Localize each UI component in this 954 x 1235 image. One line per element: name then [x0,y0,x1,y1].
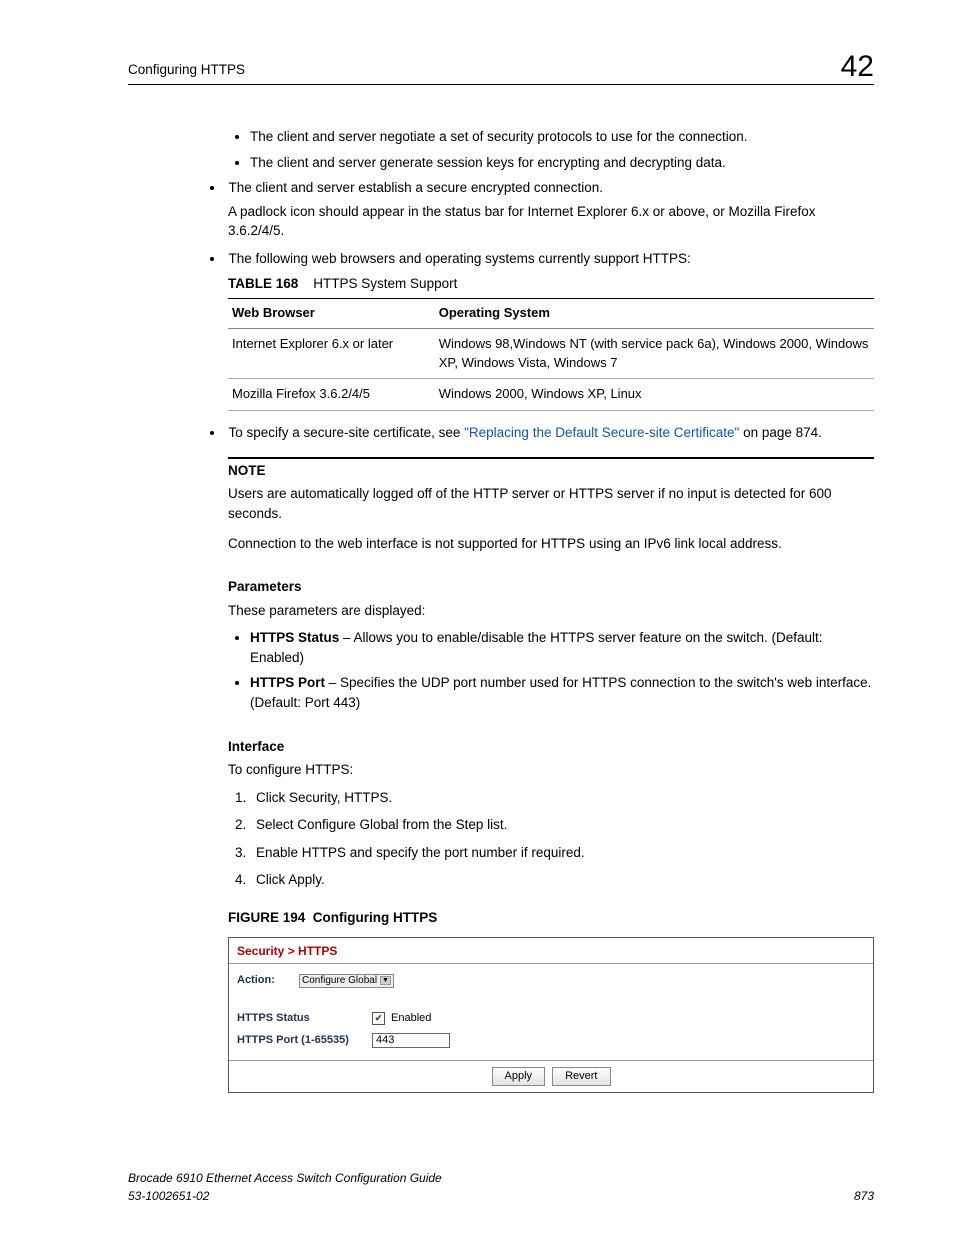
figure-caption: FIGURE 194 Configuring HTTPS [228,908,874,928]
list-item: The client and server negotiate a set of… [250,127,874,147]
table-cell: Windows 98,Windows NT (with service pack… [435,328,874,379]
note-label: NOTE [228,461,874,481]
text: The following web browsers and operating… [229,251,691,266]
note-paragraph: Connection to the web interface is not s… [228,534,874,554]
chevron-down-icon: ▼ [380,976,391,985]
page-footer: Brocade 6910 Ethernet Access Switch Conf… [128,1170,874,1205]
table-header: Web Browser [228,298,435,328]
param-label: HTTPS Status [250,630,339,645]
breadcrumb: Security > HTTPS [229,938,873,962]
table-cell: Mozilla Firefox 3.6.2/4/5 [228,379,435,411]
table-title: HTTPS System Support [313,276,457,291]
cross-ref-link[interactable]: "Replacing the Default Secure-site Certi… [464,425,739,440]
page-header: Configuring HTTPS 42 [128,60,874,85]
list-item: HTTPS Port – Specifies the UDP port numb… [250,673,874,712]
step-item: Select Configure Global from the Step li… [250,815,874,835]
action-select[interactable]: Configure Global ▼ [299,974,394,988]
text: To specify a secure-site certificate, se… [229,425,465,440]
header-title: Configuring HTTPS [128,60,245,80]
table-caption: TABLE 168 HTTPS System Support [228,274,874,294]
footer-book-title: Brocade 6910 Ethernet Access Switch Conf… [128,1170,442,1187]
list-item: The following web browsers and operating… [210,249,874,412]
table-header: Operating System [435,298,874,328]
footer-doc-number: 53-1002651-02 [128,1188,442,1205]
interface-heading: Interface [228,737,874,757]
apply-button[interactable]: Apply [492,1067,546,1086]
https-port-input[interactable]: 443 [372,1033,450,1048]
list-item: HTTPS Status – Allows you to enable/disa… [250,628,874,667]
figure-title: Configuring HTTPS [313,910,437,925]
table-row: Internet Explorer 6.x or later Windows 9… [228,328,874,379]
paragraph: These parameters are displayed: [228,601,874,621]
table-row: Mozilla Firefox 3.6.2/4/5 Windows 2000, … [228,379,874,411]
step-item: Enable HTTPS and specify the port number… [250,843,874,863]
param-text: – Specifies the UDP port number used for… [250,675,871,710]
paragraph: To configure HTTPS: [228,760,874,780]
revert-button[interactable]: Revert [552,1067,610,1086]
select-value: Configure Global [302,975,377,987]
https-port-label: HTTPS Port (1-65535) [237,1034,372,1047]
enabled-text: Enabled [391,1012,431,1025]
nested-bullet-list: The client and server negotiate a set of… [228,127,874,172]
steps-list: Click Security, HTTPS. Select Configure … [228,788,874,890]
list-item: To specify a secure-site certificate, se… [210,423,874,443]
content-body: The client and server negotiate a set of… [228,127,874,1093]
param-list: HTTPS Status – Allows you to enable/disa… [228,628,874,712]
note-paragraph: Users are automatically logged off of th… [228,484,874,523]
text: on page 874. [739,425,822,440]
param-label: HTTPS Port [250,675,325,690]
support-table: Web Browser Operating System Internet Ex… [228,298,874,411]
table-cell: Windows 2000, Windows XP, Linux [435,379,874,411]
page-number: 873 [854,1188,874,1205]
list-item: The client and server establish a secure… [210,178,874,241]
step-item: Click Security, HTTPS. [250,788,874,808]
outer-bullet-list: The following web browsers and operating… [228,249,874,443]
figure-label: FIGURE 194 [228,910,305,925]
parameters-heading: Parameters [228,577,874,597]
action-row: Action: Configure Global ▼ [237,974,865,988]
outer-bullet-list: The client and server establish a secure… [228,178,874,241]
screenshot-panel: Security > HTTPS Action: Configure Globa… [228,937,874,1093]
table-cell: Internet Explorer 6.x or later [228,328,435,379]
step-item: Click Apply. [250,870,874,890]
chapter-number: 42 [841,52,874,82]
list-item: The client and server generate session k… [250,153,874,173]
note-separator [228,457,874,459]
https-status-checkbox[interactable]: ✔ [372,1012,385,1025]
paragraph: A padlock icon should appear in the stat… [228,202,874,241]
text: The client and server establish a secure… [229,180,603,195]
table-label: TABLE 168 [228,276,298,291]
action-label: Action: [237,974,299,987]
https-status-label: HTTPS Status [237,1012,372,1025]
